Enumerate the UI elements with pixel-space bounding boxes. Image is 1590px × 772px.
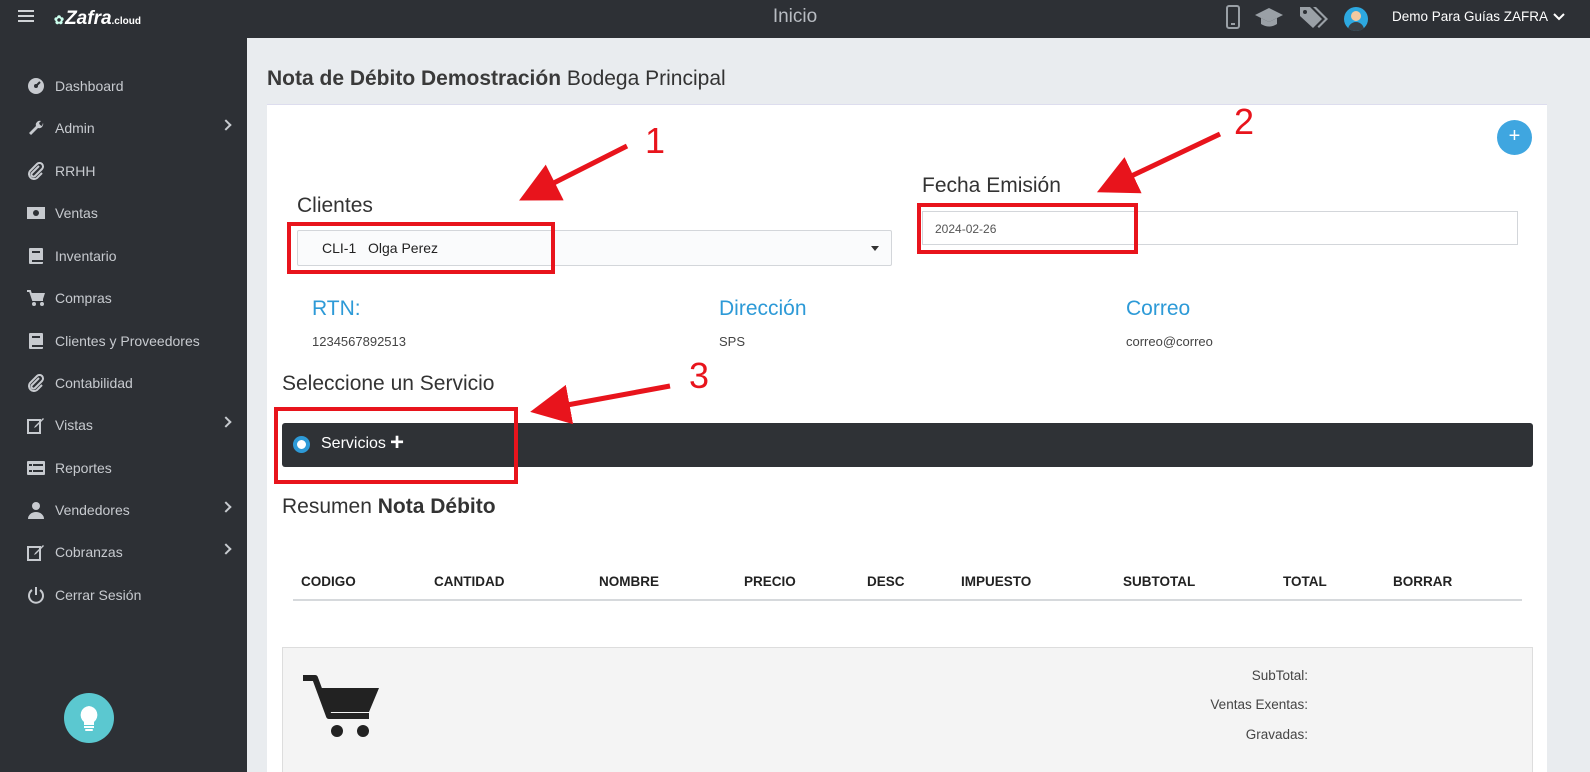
dashboard-icon	[26, 77, 46, 95]
column-header-precio[interactable]: PRECIO	[744, 574, 796, 589]
brand-suffix: .cloud	[111, 16, 141, 27]
page-title-main: Nota de Débito Demostración	[267, 67, 562, 90]
correo-value: correo@correo	[1126, 334, 1213, 349]
edit-icon	[26, 416, 46, 434]
sidebar-item-label: Admin	[55, 120, 95, 136]
sidebar	[0, 38, 247, 772]
sidebar-item-vendedores[interactable]: Vendedores	[26, 498, 236, 522]
chevron-right-icon	[220, 119, 232, 131]
annotation-number-3: 3	[689, 355, 710, 396]
rtn-value: 1234567892513	[312, 334, 406, 349]
resumen-title-bold: Nota Débito	[377, 495, 496, 518]
book-icon	[26, 247, 46, 265]
sidebar-item-label: Vendedores	[55, 502, 130, 518]
power-icon	[26, 586, 46, 604]
paperclip-icon	[26, 162, 46, 180]
servicio-section-title: Seleccione un Servicio	[282, 372, 495, 395]
column-header-borrar[interactable]: BORRAR	[1393, 574, 1452, 589]
column-header-impuesto[interactable]: IMPUESTO	[961, 574, 1031, 589]
cart-icon	[303, 675, 379, 737]
sidebar-item-rrhh[interactable]: RRHH	[26, 159, 236, 183]
sidebar-item-label: Cobranzas	[55, 544, 123, 560]
user-name: Demo Para Guías ZAFRA	[1392, 9, 1548, 24]
sidebar-item-label: Reportes	[55, 460, 112, 476]
sidebar-item-inventario[interactable]: Inventario	[26, 244, 236, 268]
menu-toggle-icon[interactable]	[18, 10, 34, 24]
sidebar-item-admin[interactable]: Admin	[26, 116, 236, 140]
sidebar-item-vistas[interactable]: Vistas	[26, 413, 236, 437]
rtn-label: RTN:	[312, 297, 361, 320]
lightbulb-help-button[interactable]	[64, 693, 114, 743]
direccion-label: Dirección	[719, 297, 807, 320]
chevron-right-icon	[220, 501, 232, 513]
resumen-table-header: CODIGO CANTIDAD NOMBRE PRECIO DESC IMPUESTO SU…	[293, 563, 1522, 601]
sidebar-item-dashboard[interactable]: Dashboard	[26, 74, 236, 98]
user-icon	[26, 501, 46, 519]
column-header-desc[interactable]: DESC	[867, 574, 905, 589]
resumen-title: Resumen Nota Débito	[282, 495, 496, 519]
sidebar-item-contabilidad[interactable]: Contabilidad	[26, 371, 236, 395]
sidebar-item-compras[interactable]: Compras	[26, 286, 236, 310]
cart-icon	[26, 289, 46, 307]
chevron-right-icon	[220, 416, 232, 428]
sidebar-item-label: Vistas	[55, 417, 93, 433]
gravadas-label: Gravadas:	[1245, 727, 1308, 742]
wrench-icon	[26, 119, 46, 137]
brand-name: Zafra	[65, 8, 112, 29]
top-bar: ✿Zafra.cloud Inicio Demo Para Guías ZAFR…	[0, 0, 1590, 38]
page-title: Nota de Débito Demostración Bodega Princ…	[267, 67, 726, 91]
annotation-box-1	[287, 222, 555, 274]
caret-down-icon	[871, 246, 879, 251]
page-title-warehouse: Bodega Principal	[566, 67, 726, 90]
graduation-cap-icon[interactable]	[1254, 6, 1284, 32]
annotation-box-2	[917, 203, 1138, 254]
column-header-subtotal[interactable]: SUBTOTAL	[1123, 574, 1195, 589]
sidebar-item-label: Compras	[55, 290, 112, 306]
clientes-label: Clientes	[297, 194, 373, 217]
book-icon	[26, 332, 46, 350]
header-icons	[1226, 5, 1368, 33]
sidebar-item-reportes[interactable]: Reportes	[26, 456, 236, 480]
chevron-down-icon	[1553, 13, 1565, 21]
sidebar-item-label: Inventario	[55, 248, 117, 264]
annotation-number-1: 1	[645, 120, 666, 161]
resumen-title-light: Resumen	[282, 495, 372, 518]
user-menu[interactable]: Demo Para Guías ZAFRA	[1392, 9, 1565, 24]
annotation-box-3	[274, 407, 518, 484]
add-button[interactable]: +	[1497, 120, 1532, 155]
sidebar-item-label: Cerrar Sesión	[55, 587, 142, 603]
sidebar-item-ventas[interactable]: Ventas	[26, 201, 236, 225]
subtotal-label: SubTotal:	[1251, 668, 1308, 683]
tags-icon[interactable]	[1298, 5, 1330, 33]
chevron-right-icon	[220, 543, 232, 555]
summary-box: SubTotal: Ventas Exentas: Gravadas:	[282, 647, 1533, 772]
leaf-icon: ✿	[54, 13, 65, 27]
sidebar-item-cerrar-sesi-n[interactable]: Cerrar Sesión	[26, 583, 236, 607]
sidebar-item-label: Contabilidad	[55, 375, 133, 391]
sidebar-item-label: Clientes y Proveedores	[55, 333, 200, 349]
lightbulb-icon	[80, 706, 98, 731]
column-header-codigo[interactable]: CODIGO	[301, 574, 356, 589]
column-header-cantidad[interactable]: CANTIDAD	[434, 574, 505, 589]
avatar[interactable]	[1344, 7, 1368, 31]
sidebar-item-label: Dashboard	[55, 78, 124, 94]
money-icon	[26, 204, 46, 222]
ventas-exentas-label: Ventas Exentas:	[1210, 697, 1308, 712]
direccion-value: SPS	[719, 334, 746, 349]
sidebar-item-label: RRHH	[55, 163, 96, 179]
fecha-emision-label: Fecha Emisión	[922, 174, 1061, 197]
sidebar-item-label: Ventas	[55, 205, 98, 221]
list-icon	[26, 459, 46, 477]
annotation-number-2: 2	[1234, 101, 1255, 142]
sidebar-item-clientes-y-proveedores[interactable]: Clientes y Proveedores	[26, 329, 236, 353]
paperclip-icon	[26, 374, 46, 392]
sidebar-item-cobranzas[interactable]: Cobranzas	[26, 540, 236, 564]
page-header-title: Inicio	[772, 6, 818, 27]
edit-icon	[26, 543, 46, 561]
correo-label: Correo	[1126, 297, 1191, 320]
column-header-nombre[interactable]: NOMBRE	[599, 574, 659, 589]
brand-logo[interactable]: ✿Zafra.cloud	[54, 8, 141, 30]
mobile-icon[interactable]	[1226, 5, 1240, 33]
column-header-total[interactable]: TOTAL	[1283, 574, 1327, 589]
